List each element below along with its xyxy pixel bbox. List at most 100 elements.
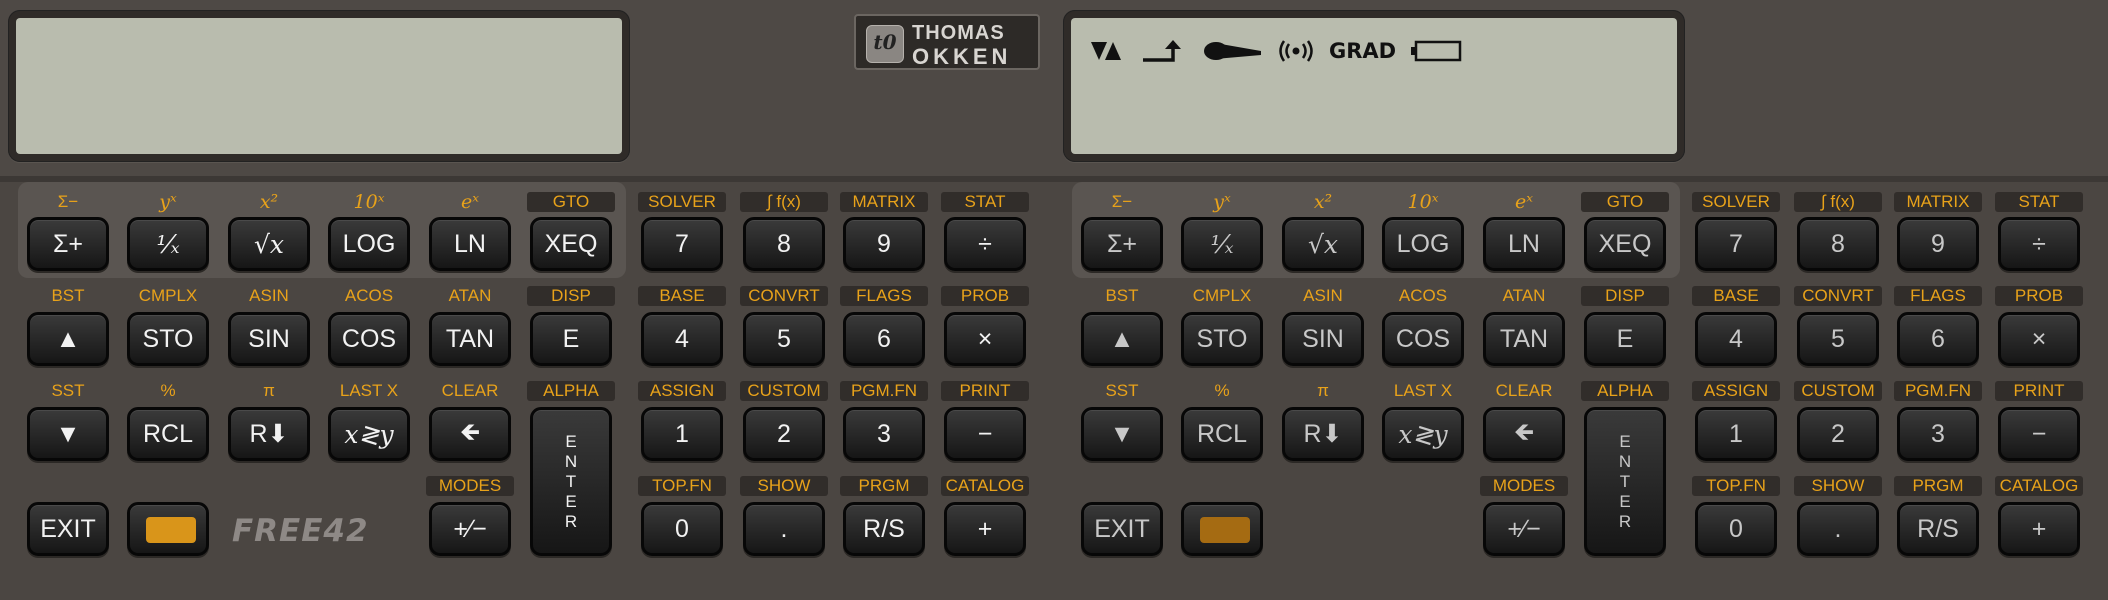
right-key-r-s[interactable]: R/S [1897, 502, 1979, 556]
key-label: ▼ [55, 419, 81, 448]
left-key-5[interactable]: 5 [743, 312, 825, 366]
left-key-x-y[interactable]: x≷y [328, 407, 410, 461]
left-key-rcl[interactable]: RCL [127, 407, 209, 461]
enter-letter: E [565, 431, 577, 451]
right-key-blank[interactable]: ▼ [1081, 407, 1163, 461]
left-key-9[interactable]: 9 [843, 217, 925, 271]
right-key-9[interactable]: 9 [1897, 217, 1979, 271]
key-label: SIN [248, 324, 290, 353]
left-key-xeq[interactable]: XEQ [530, 217, 612, 271]
right-key-blank[interactable]: − [1998, 407, 2080, 461]
left-key-blank[interactable]: ▼ [27, 407, 109, 461]
left-key-r[interactable]: R⬇ [228, 407, 310, 461]
annunciator-bar: GRAD [1091, 36, 1462, 66]
left-key-7[interactable]: 7 [641, 217, 723, 271]
left-key-blank[interactable]: ¹⁄ₓ [127, 217, 209, 271]
left-key-3[interactable]: 3 [843, 407, 925, 461]
left-key-exit[interactable]: EXIT [27, 502, 109, 556]
left-shift-key[interactable] [127, 502, 209, 556]
left-key-x[interactable]: √x [228, 217, 310, 271]
right-key-5[interactable]: 5 [1797, 312, 1879, 366]
right-key-2[interactable]: 2 [1797, 407, 1879, 461]
right-key-exit[interactable]: EXIT [1081, 502, 1163, 556]
left-key-sto[interactable]: STO [127, 312, 209, 366]
left-key-blank[interactable]: ÷ [944, 217, 1026, 271]
right-key-4[interactable]: 4 [1695, 312, 1777, 366]
key-label: SIN [1302, 324, 1344, 353]
left-key-0[interactable]: 0 [641, 502, 723, 556]
right-key-rcl[interactable]: RCL [1181, 407, 1263, 461]
right-key-r[interactable]: R⬇ [1282, 407, 1364, 461]
right-shift-label-prob: PROB [1995, 286, 2083, 306]
key-label: ▲ [1109, 324, 1135, 353]
right-display-bezel: GRAD [1063, 10, 1685, 162]
right-key-8[interactable]: 8 [1797, 217, 1879, 271]
right-key-6[interactable]: 6 [1897, 312, 1979, 366]
right-key-blank[interactable]: ¹⁄ₓ [1181, 217, 1263, 271]
left-key-ln[interactable]: LN [429, 217, 511, 271]
right-shift-label-modes: MODES [1480, 476, 1568, 496]
key-label: 9 [877, 229, 891, 258]
left-shift-label-gto: GTO [527, 192, 615, 212]
key-label: STO [1196, 324, 1248, 353]
right-key-blank[interactable]: 🡸 [1483, 407, 1565, 461]
right-key-0[interactable]: 0 [1695, 502, 1777, 556]
left-key-blank[interactable]: − [944, 407, 1026, 461]
right-key-x-y[interactable]: x≷y [1382, 407, 1464, 461]
left-key-sigma-plus[interactable]: Σ+ [27, 217, 109, 271]
key-label: 1 [675, 419, 689, 448]
right-enter-key[interactable]: ENTER [1584, 407, 1666, 556]
left-key-cos[interactable]: COS [328, 312, 410, 366]
right-key-blank[interactable]: + [1998, 502, 2080, 556]
key-label: +∕− [1507, 514, 1541, 543]
left-key-blank[interactable]: . [743, 502, 825, 556]
right-key-cos[interactable]: COS [1382, 312, 1464, 366]
right-key-log[interactable]: LOG [1382, 217, 1464, 271]
right-key-sin[interactable]: SIN [1282, 312, 1364, 366]
left-key-tan[interactable]: TAN [429, 312, 511, 366]
key-label: LN [454, 229, 486, 258]
right-shift-key[interactable] [1181, 502, 1263, 556]
left-key-blank[interactable]: ▲ [27, 312, 109, 366]
free42-logo: FREE42 [232, 513, 369, 549]
right-key-1[interactable]: 1 [1695, 407, 1777, 461]
left-key-blank[interactable]: × [944, 312, 1026, 366]
key-label: 6 [1931, 324, 1945, 353]
enter-letter: E [1619, 431, 1631, 451]
right-shift-label-last-x: LAST X [1393, 381, 1453, 400]
right-key-3[interactable]: 3 [1897, 407, 1979, 461]
left-key-sin[interactable]: SIN [228, 312, 310, 366]
right-key-tan[interactable]: TAN [1483, 312, 1565, 366]
right-key-xeq[interactable]: XEQ [1584, 217, 1666, 271]
right-key-blank[interactable]: ÷ [1998, 217, 2080, 271]
right-key-ln[interactable]: LN [1483, 217, 1565, 271]
left-key-blank[interactable]: 🡸 [429, 407, 511, 461]
left-shift-label-assign: ASSIGN [638, 381, 726, 401]
left-key-r-s[interactable]: R/S [843, 502, 925, 556]
right-key-blank[interactable]: . [1797, 502, 1879, 556]
left-key-2[interactable]: 2 [743, 407, 825, 461]
left-shift-label-print: PRINT [941, 381, 1029, 401]
key-label: 0 [675, 514, 689, 543]
right-key-7[interactable]: 7 [1695, 217, 1777, 271]
right-shift-label-asin: ASIN [1303, 286, 1343, 305]
right-key-x[interactable]: √x [1282, 217, 1364, 271]
right-key-blank[interactable]: × [1998, 312, 2080, 366]
left-enter-key[interactable]: ENTER [530, 407, 612, 556]
left-key-1[interactable]: 1 [641, 407, 723, 461]
left-key-e[interactable]: E [530, 312, 612, 366]
left-key-blank[interactable]: + [944, 502, 1026, 556]
key-label: XEQ [544, 229, 598, 258]
left-key-blank[interactable]: +∕− [429, 502, 511, 556]
right-key-sto[interactable]: STO [1181, 312, 1263, 366]
left-key-log[interactable]: LOG [328, 217, 410, 271]
left-key-4[interactable]: 4 [641, 312, 723, 366]
right-key-blank[interactable]: ▲ [1081, 312, 1163, 366]
left-key-6[interactable]: 6 [843, 312, 925, 366]
right-key-blank[interactable]: +∕− [1483, 502, 1565, 556]
right-key-e[interactable]: E [1584, 312, 1666, 366]
right-shift-label-catalog: CATALOG [1995, 476, 2083, 496]
right-key-sigma-plus[interactable]: Σ+ [1081, 217, 1163, 271]
left-key-8[interactable]: 8 [743, 217, 825, 271]
key-label: − [2031, 419, 2047, 448]
